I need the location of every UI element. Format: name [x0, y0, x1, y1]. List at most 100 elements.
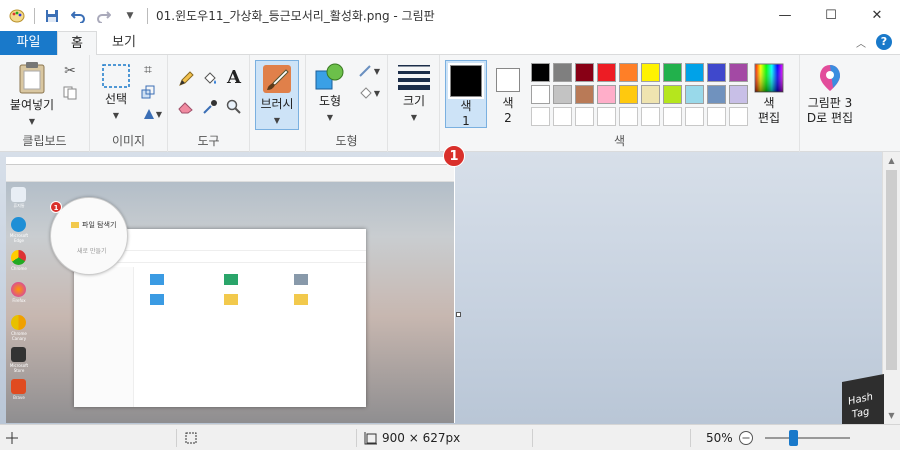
color-swatch[interactable]: [597, 63, 616, 82]
step-marker: 1: [443, 145, 465, 167]
crop-icon[interactable]: ⌗: [138, 60, 158, 80]
custom-color-slot[interactable]: [641, 107, 660, 126]
explorer-sidebar: [74, 267, 134, 407]
copy-icon[interactable]: [60, 83, 80, 103]
color-swatch[interactable]: [685, 63, 704, 82]
collapse-ribbon-icon[interactable]: ︿: [856, 35, 866, 50]
maximize-button[interactable]: ☐: [808, 0, 854, 31]
minimize-button[interactable]: —: [762, 0, 808, 31]
zoom-out-icon[interactable]: [738, 425, 754, 450]
custom-color-slot[interactable]: [531, 107, 550, 126]
customize-qat-icon[interactable]: ▼: [121, 7, 139, 25]
color2-button[interactable]: 색 2: [490, 60, 526, 128]
edge-icon: [11, 217, 26, 232]
edit-colors-line2: 편집: [757, 111, 781, 125]
custom-color-slot[interactable]: [707, 107, 726, 126]
tools-group-label: 도구: [197, 134, 220, 148]
select-rectangle-icon: [101, 63, 131, 89]
fill-shape-icon[interactable]: ▼: [354, 83, 384, 103]
qat-separator: [147, 7, 148, 24]
resize-handle-right[interactable]: [456, 312, 461, 317]
brush-label: 브러시: [260, 97, 294, 111]
close-button[interactable]: ✕: [854, 0, 900, 31]
color-swatch[interactable]: [641, 85, 660, 104]
color-swatch[interactable]: [619, 63, 638, 82]
select-button[interactable]: 선택 ▼: [96, 63, 136, 121]
shapes-group-label: 도형: [335, 134, 358, 148]
color-swatch[interactable]: [575, 85, 594, 104]
step-marker-small: 1: [50, 201, 62, 213]
custom-color-slot[interactable]: [597, 107, 616, 126]
color-picker-icon[interactable]: [200, 97, 220, 117]
color-swatch[interactable]: [553, 63, 572, 82]
color-swatch[interactable]: [663, 85, 682, 104]
custom-color-slot[interactable]: [553, 107, 572, 126]
scroll-up-arrow-icon[interactable]: ▲: [883, 152, 900, 169]
tab-home[interactable]: 홈: [57, 31, 97, 56]
color-swatch[interactable]: [685, 85, 704, 104]
resize-icon[interactable]: [138, 82, 158, 102]
paint-app-icon: [8, 7, 26, 25]
help-icon[interactable]: ?: [876, 34, 892, 50]
custom-color-slot[interactable]: [663, 107, 682, 126]
desktop-icon-label: Firefox: [12, 298, 26, 303]
custom-color-slot[interactable]: [685, 107, 704, 126]
color-swatch[interactable]: [641, 63, 660, 82]
color-swatch[interactable]: [531, 63, 550, 82]
desktop-icon-label: 휴지통: [13, 203, 25, 208]
text-icon[interactable]: A: [224, 67, 244, 88]
color2-label-line2: 2: [504, 111, 512, 125]
desktop-icon-label: Microsoft Edge: [9, 233, 29, 243]
zoom-slider-thumb[interactable]: [789, 430, 799, 446]
edit-colors-button[interactable]: 색 편집: [746, 63, 792, 126]
color-swatch[interactable]: [619, 85, 638, 104]
group-image: 선택 ▼ ⌗ ▼ 이미지: [90, 55, 168, 152]
chevron-down-icon: ▼: [373, 88, 381, 98]
folder-icon: [71, 222, 79, 228]
size-button[interactable]: 크기 ▼: [394, 63, 434, 123]
color1-button[interactable]: 색 1: [445, 60, 487, 128]
magnifier-icon[interactable]: [224, 97, 244, 117]
folder-icon: [224, 294, 238, 305]
color-swatch[interactable]: [531, 85, 550, 104]
status-divider: [356, 429, 357, 447]
pencil-icon[interactable]: [176, 69, 196, 89]
shapes-button[interactable]: 도형 ▼: [310, 63, 350, 123]
canvas-image[interactable]: 휴지통 Microsoft Edge Chrome Firefox Chrome…: [6, 157, 455, 423]
color2-label-line1: 색: [502, 96, 514, 110]
scrollbar-thumb[interactable]: [886, 170, 897, 370]
rotate-icon[interactable]: ▼: [138, 104, 166, 124]
color1-swatch: [448, 63, 484, 99]
explorer-new-callout: 새로 만들기: [77, 248, 107, 255]
color-swatch[interactable]: [663, 63, 682, 82]
folder-icon: [294, 274, 308, 285]
explorer-title-text: 파일 탐색기: [82, 221, 117, 229]
color1-label-line1: 색: [460, 99, 472, 113]
desktop-icon-label: Chrome Canary: [11, 331, 27, 341]
cut-icon[interactable]: ✂: [60, 61, 80, 81]
edit-with-paint3d-button[interactable]: 그림판 3 D로 편집: [802, 63, 858, 126]
brush-button[interactable]: 브러시 ▼: [255, 60, 299, 130]
outline-icon[interactable]: ▼: [354, 61, 384, 81]
color-swatch[interactable]: [707, 85, 726, 104]
quick-access-toolbar: ▼: [0, 7, 148, 25]
custom-color-slot[interactable]: [619, 107, 638, 126]
paste-button[interactable]: 붙여넣기 ▼: [6, 61, 58, 127]
custom-color-slot[interactable]: [575, 107, 594, 126]
zoom-slider-track[interactable]: [765, 437, 850, 439]
tab-view[interactable]: 보기: [100, 31, 148, 55]
undo-icon[interactable]: [69, 7, 87, 25]
eraser-icon[interactable]: [176, 97, 196, 117]
color-swatch[interactable]: [707, 63, 726, 82]
color-swatch[interactable]: [575, 63, 594, 82]
ribbon: 붙여넣기 ▼ ✂ 클립보드 선택 ▼ ⌗ ▼ 이미지 A 도구 브러시 ▼ 도형…: [0, 55, 900, 152]
color-swatch[interactable]: [553, 85, 572, 104]
image-group-label: 이미지: [111, 134, 146, 148]
tab-file[interactable]: 파일: [0, 31, 57, 55]
save-icon[interactable]: [43, 7, 61, 25]
color-swatch[interactable]: [597, 85, 616, 104]
redo-icon[interactable]: [95, 7, 113, 25]
status-bar: 900 × 627px 50%: [0, 424, 900, 450]
fill-icon[interactable]: [200, 69, 220, 89]
color2-swatch: [496, 68, 520, 92]
